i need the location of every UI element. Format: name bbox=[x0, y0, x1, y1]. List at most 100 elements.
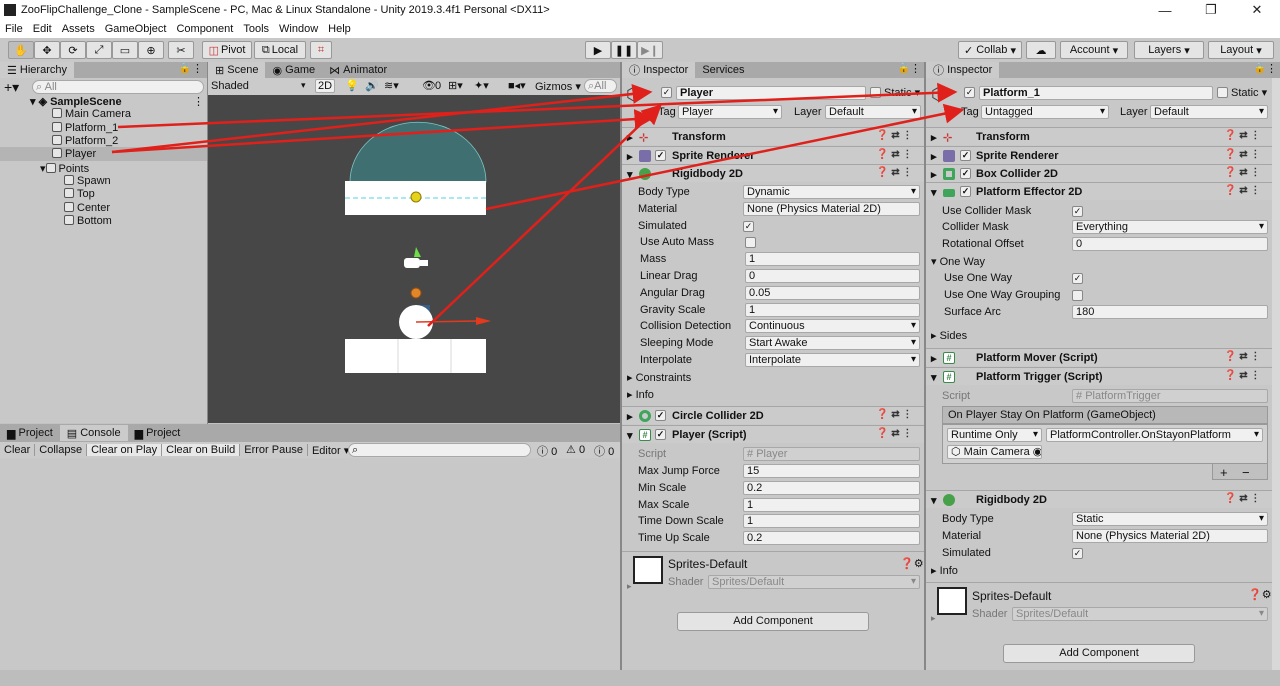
menu-assets[interactable]: Assets bbox=[57, 23, 100, 35]
menu-file[interactable]: File bbox=[0, 23, 28, 35]
rotational-offset-input[interactable]: 0 bbox=[1072, 237, 1268, 251]
tab-scene[interactable]: ⊞ Scene bbox=[208, 62, 266, 78]
maximize-icon[interactable]: ❐ bbox=[1188, 2, 1234, 18]
surface-arc-input[interactable]: 180 bbox=[1072, 305, 1268, 319]
material-tools-icon[interactable]: ❓⚙ bbox=[900, 557, 924, 570]
time-down-scale-input[interactable]: 1 bbox=[743, 514, 920, 528]
static-label[interactable]: Static ▾ bbox=[884, 86, 920, 99]
collab-dropdown[interactable]: ✓ Collab ▾ bbox=[958, 41, 1022, 59]
info-count[interactable]: ⓘ 0 bbox=[537, 443, 557, 459]
tools-icon[interactable]: ✦▾ bbox=[474, 79, 489, 92]
hierarchy-item-player[interactable]: Player bbox=[52, 148, 96, 160]
hierarchy-item-samplescene[interactable]: ▾ ◈ SampleScene bbox=[30, 95, 122, 108]
platform-pivot-handle[interactable] bbox=[410, 191, 422, 203]
component-tools-icon[interactable]: ❓ ⇄ ⋮ bbox=[1224, 370, 1260, 381]
gravity-scale-input[interactable]: 1 bbox=[745, 303, 920, 317]
scene-search-input[interactable]: ⌕All bbox=[584, 79, 617, 93]
clear-button[interactable]: Clear bbox=[0, 444, 36, 456]
error-pause-button[interactable]: Error Pause bbox=[240, 444, 308, 456]
panel-menu-icon[interactable]: ⋮ bbox=[910, 62, 921, 75]
active-checkbox[interactable]: ✓ bbox=[661, 87, 672, 98]
transform-header[interactable]: ▸ ⊹ Transform ❓ ⇄ ⋮ bbox=[926, 127, 1272, 145]
simulated-checkbox[interactable]: ✓ bbox=[1072, 548, 1083, 559]
tag-dropdown[interactable]: Player bbox=[678, 105, 782, 119]
rigidbody-2-header[interactable]: ▾ Rigidbody 2D ❓ ⇄ ⋮ bbox=[926, 490, 1272, 508]
tab-inspector[interactable]: ⓘ Inspector bbox=[622, 62, 696, 78]
player-script-header[interactable]: ▾ # ✓ Player (Script) ❓ ⇄ ⋮ bbox=[622, 425, 924, 443]
add-component-button[interactable]: Add Component bbox=[1003, 644, 1195, 663]
collision-detection-dropdown[interactable]: Continuous bbox=[745, 319, 920, 333]
static-label[interactable]: Static ▾ bbox=[1231, 86, 1267, 99]
layer-dropdown[interactable]: Default bbox=[825, 105, 921, 119]
component-tools-icon[interactable]: ❓ ⇄ ⋮ bbox=[876, 130, 912, 141]
hierarchy-item-bottom[interactable]: Bottom bbox=[64, 215, 112, 227]
interpolate-dropdown[interactable]: Interpolate bbox=[745, 353, 920, 367]
hierarchy-search-input[interactable]: ⌕ All bbox=[32, 80, 204, 94]
platform-mover-header[interactable]: ▸ # Platform Mover (Script) ❓ ⇄ ⋮ bbox=[926, 348, 1272, 366]
x-axis-arrow-icon[interactable] bbox=[476, 317, 491, 325]
component-tools-icon[interactable]: ❓ ⇄ ⋮ bbox=[876, 409, 912, 420]
info-foldout[interactable]: ▸ Info bbox=[627, 388, 654, 401]
add-component-button[interactable]: Add Component bbox=[677, 612, 869, 631]
minimize-icon[interactable]: — bbox=[1142, 3, 1188, 18]
step-button[interactable]: ▶❙ bbox=[637, 41, 663, 59]
hierarchy-item-main-camera[interactable]: Main Camera bbox=[52, 108, 131, 120]
time-up-scale-input[interactable]: 0.2 bbox=[743, 531, 920, 545]
static-checkbox[interactable] bbox=[1217, 87, 1228, 98]
tab-project[interactable]: ▆ Project bbox=[0, 425, 60, 441]
constraints-foldout[interactable]: ▸ Constraints bbox=[627, 371, 691, 384]
grid-toggle-icon[interactable]: ⊞▾ bbox=[448, 79, 463, 92]
console-search-input[interactable]: ⌕ bbox=[348, 443, 531, 457]
camera-icon[interactable]: ■◂▾ bbox=[508, 79, 526, 92]
hierarchy-item-platform-1[interactable]: Platform_1 bbox=[52, 122, 118, 134]
lighting-icon[interactable]: 💡 bbox=[345, 79, 359, 92]
collider-mask-dropdown[interactable]: Everything bbox=[1072, 220, 1268, 234]
clear-on-build-button[interactable]: Clear on Build bbox=[162, 444, 241, 456]
angular-drag-input[interactable]: 0.05 bbox=[745, 286, 920, 300]
error-count[interactable]: ⓘ 0 bbox=[594, 443, 614, 459]
close-icon[interactable]: ✕ bbox=[1234, 2, 1280, 18]
pivot-toggle[interactable]: ◫ Pivot bbox=[202, 41, 252, 59]
inspector2-scrollbar[interactable] bbox=[1272, 78, 1280, 670]
collapse-button[interactable]: Collapse bbox=[35, 444, 88, 456]
remove-event-button[interactable]: − bbox=[1242, 465, 1250, 480]
clear-on-play-button[interactable]: Clear on Play bbox=[87, 444, 163, 456]
tab-animator[interactable]: ⋈ Animator bbox=[322, 62, 394, 78]
sleeping-mode-dropdown[interactable]: Start Awake bbox=[745, 336, 920, 350]
use-one-way-checkbox[interactable]: ✓ bbox=[1072, 273, 1083, 284]
rigidbody-header[interactable]: ▾ Rigidbody 2D ❓ ⇄ ⋮ bbox=[622, 164, 924, 182]
local-toggle[interactable]: ⧉ Local bbox=[254, 41, 306, 59]
component-tools-icon[interactable]: ❓ ⇄ ⋮ bbox=[1224, 167, 1260, 178]
camera-gizmo-icon[interactable] bbox=[404, 258, 420, 268]
object-name-input[interactable]: Platform_1 bbox=[979, 86, 1213, 100]
use-one-way-grouping-checkbox[interactable] bbox=[1072, 290, 1083, 301]
min-scale-input[interactable]: 0.2 bbox=[743, 481, 920, 495]
lock-icon[interactable]: 🔒 bbox=[1254, 63, 1266, 74]
hand-tool-icon[interactable]: ✋ bbox=[8, 41, 34, 59]
shading-dropdown[interactable]: Shaded bbox=[211, 80, 249, 92]
layer-dropdown[interactable]: Default bbox=[1150, 105, 1268, 119]
editor-dropdown[interactable]: Editor ▾ bbox=[308, 444, 353, 457]
lock-icon[interactable]: 🔒 bbox=[898, 63, 910, 74]
hierarchy-item-center[interactable]: Center bbox=[64, 202, 110, 214]
menu-gameobject[interactable]: GameObject bbox=[100, 23, 172, 35]
mode-2d-toggle[interactable]: 2D bbox=[315, 79, 335, 93]
hierarchy-item-platform-2[interactable]: Platform_2 bbox=[52, 135, 118, 147]
transform-tool-icon[interactable]: ⊕ bbox=[138, 41, 164, 59]
rotate-tool-icon[interactable]: ⟳ bbox=[60, 41, 86, 59]
sides-foldout[interactable]: ▸ Sides bbox=[931, 329, 967, 342]
x-axis-gizmo[interactable] bbox=[415, 320, 479, 323]
snap-icon[interactable]: ⌗ bbox=[310, 41, 332, 59]
move-tool-icon[interactable]: ✥ bbox=[34, 41, 60, 59]
tab-inspector-2[interactable]: ⓘ Inspector bbox=[926, 62, 1000, 78]
menu-edit[interactable]: Edit bbox=[28, 23, 57, 35]
component-tools-icon[interactable]: ❓ ⇄ ⋮ bbox=[1224, 351, 1260, 362]
expand-arrow-icon[interactable]: ▸ bbox=[627, 581, 632, 592]
panel-menu-icon[interactable]: ⋮ bbox=[192, 62, 203, 75]
gizmos-dropdown[interactable]: Gizmos ▾ bbox=[535, 80, 581, 93]
create-icon[interactable]: +▾ bbox=[4, 79, 19, 96]
expand-arrow-icon[interactable]: ▸ bbox=[931, 613, 936, 624]
hidden-objects-icon[interactable]: 👁 bbox=[422, 79, 436, 92]
tab-game[interactable]: ◉ Game bbox=[265, 62, 322, 78]
lock-icon[interactable]: 🔒 bbox=[179, 63, 191, 74]
